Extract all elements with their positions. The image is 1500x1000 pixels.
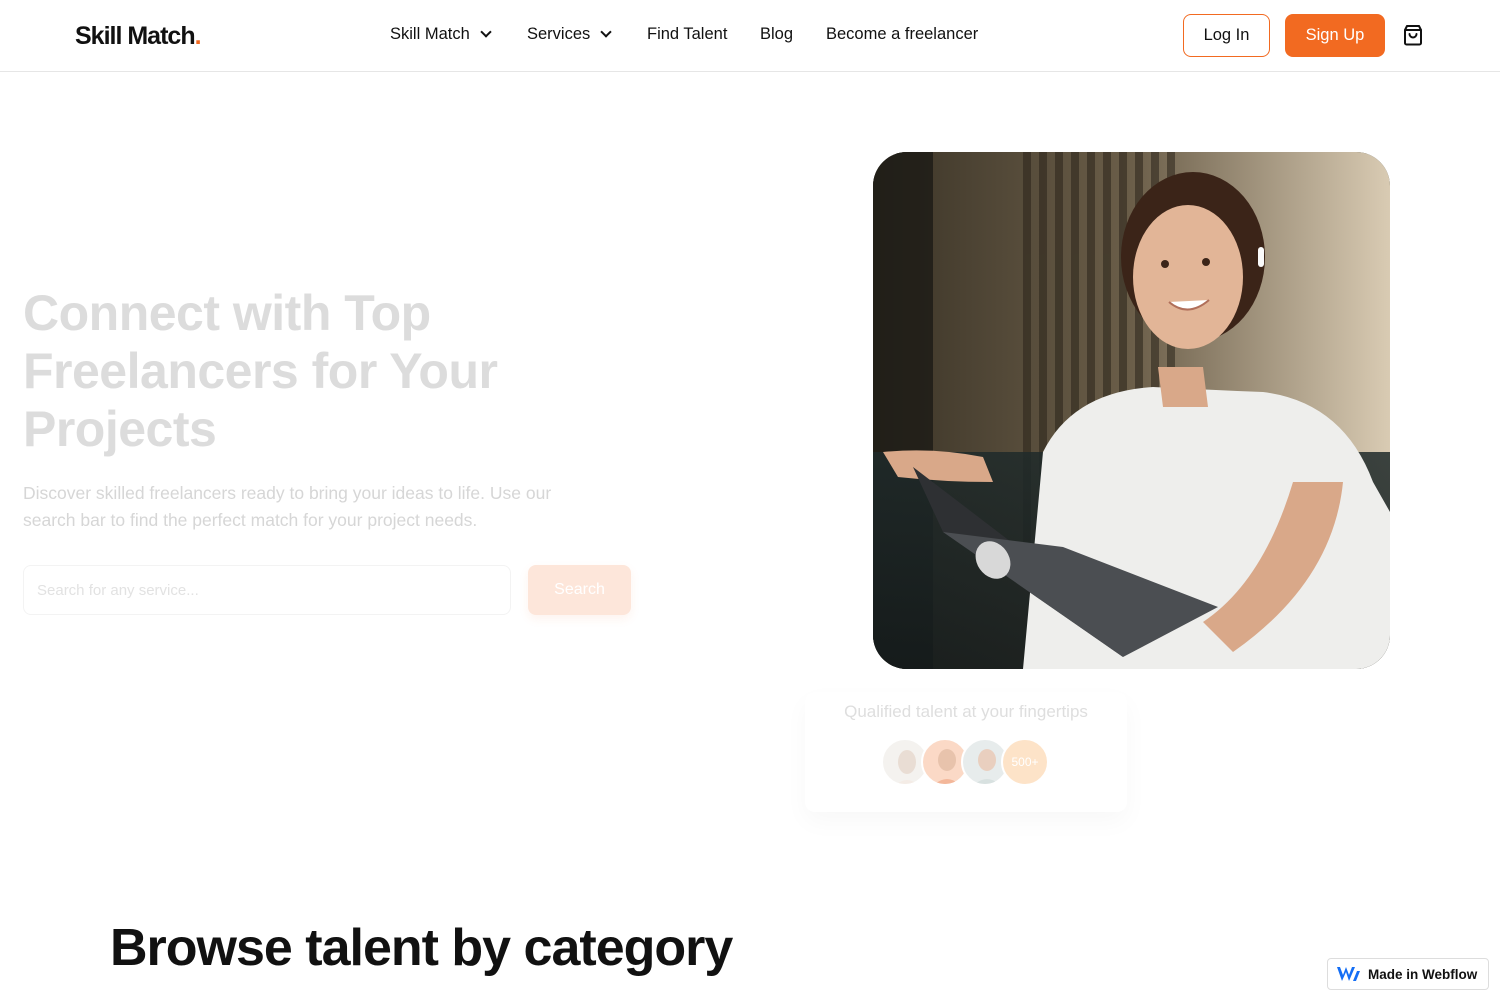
made-in-webflow-badge[interactable]: Made in Webflow [1327, 958, 1489, 990]
nav-item-find-talent[interactable]: Find Talent [647, 25, 727, 44]
search-input[interactable] [23, 565, 511, 615]
nav-label: Skill Match [390, 25, 470, 43]
shopping-bag-icon[interactable] [1401, 23, 1425, 47]
search-button[interactable]: Search [528, 565, 631, 615]
chevron-down-icon [600, 26, 612, 38]
nav-label: Blog [760, 25, 794, 43]
webflow-badge-label: Made in Webflow [1368, 966, 1478, 982]
chevron-down-icon [480, 26, 492, 38]
login-button[interactable]: Log In [1183, 14, 1270, 57]
avatar-group: 500+ [881, 738, 1061, 788]
site-header: Skill Match. Skill Match Services Find T… [0, 0, 1500, 72]
hero-photo [873, 152, 1390, 669]
nav-label: Services [527, 25, 591, 43]
nav-item-become-freelancer[interactable]: Become a freelancer [826, 25, 978, 44]
signup-button[interactable]: Sign Up [1285, 14, 1385, 57]
freelancer-photo-image [873, 152, 1390, 669]
nav-item-blog[interactable]: Blog [760, 25, 793, 44]
talent-count-badge: 500+ [1001, 738, 1049, 786]
webflow-logo-icon [1337, 967, 1360, 981]
section-title: Browse talent by category [110, 919, 733, 977]
nav-label: Find Talent [647, 25, 728, 43]
hero-title: Connect with Top Freelancers for Your Pr… [23, 285, 498, 457]
logo[interactable]: Skill Match. [75, 22, 202, 51]
talent-card: Qualified talent at your fingertips 500+ [805, 692, 1127, 812]
nav-label: Become a freelancer [826, 25, 979, 43]
nav-item-services[interactable]: Services [527, 25, 612, 44]
talent-card-text: Qualified talent at your fingertips [844, 702, 1088, 721]
hero-subtitle: Discover skilled freelancers ready to br… [23, 483, 552, 530]
nav-item-skill-match[interactable]: Skill Match [390, 25, 492, 44]
